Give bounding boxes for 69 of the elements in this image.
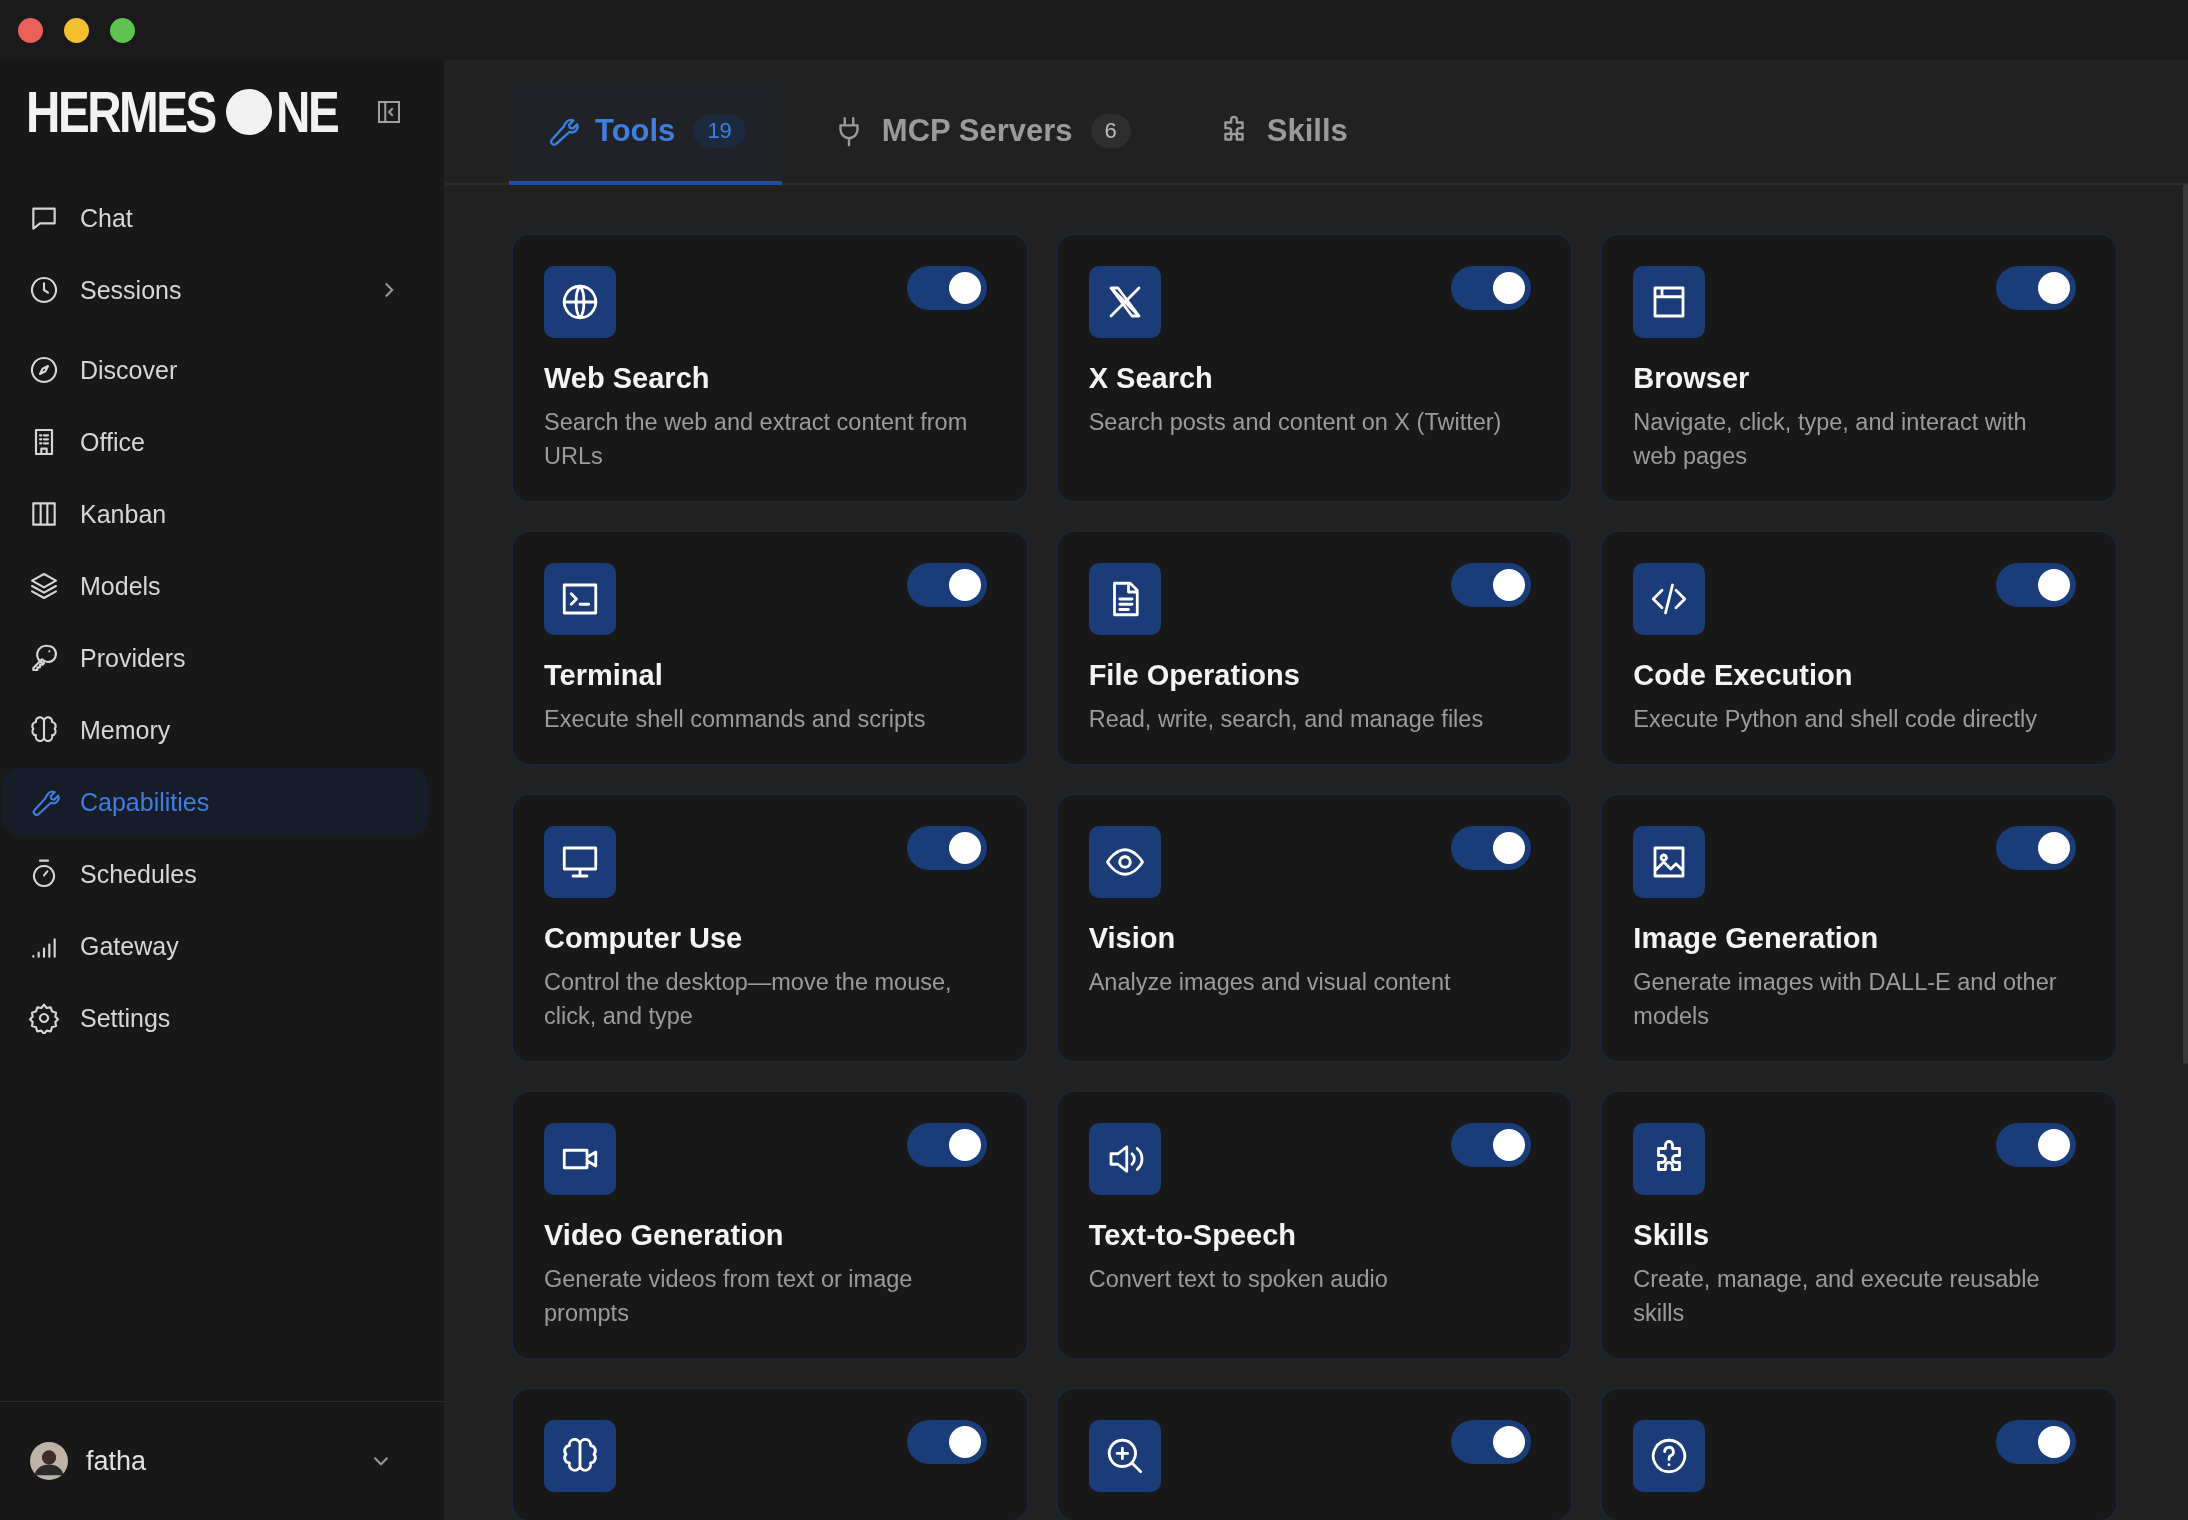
sidebar-item[interactable]: Sessions <box>2 256 428 324</box>
toggle-switch[interactable] <box>906 563 987 607</box>
tool-description: Analyze images and visual content <box>1088 968 1452 997</box>
tool-description: Control the desktop—move the mouse, click, and type <box>544 968 953 1031</box>
minimize-window-button[interactable] <box>64 17 89 43</box>
tool-description: Execute Python and shell code directly <box>1633 705 2038 734</box>
tool-title: Web Search <box>544 362 711 395</box>
sidebar-item[interactable]: Office <box>2 408 428 476</box>
tool-title: Browser <box>1633 362 1751 395</box>
sidebar-item[interactable]: Memory <box>2 696 428 764</box>
avatar-icon <box>30 1442 68 1480</box>
tab[interactable]: Tools 19 <box>509 81 782 185</box>
sidebar-item[interactable]: Capabilities <box>2 768 428 836</box>
logo-text: HERMES <box>26 82 215 142</box>
tool-title: Computer Use <box>544 922 744 955</box>
tool-description: Execute shell commands and scripts <box>544 705 927 734</box>
toggle-switch[interactable] <box>1451 826 1532 870</box>
toggle-switch[interactable] <box>906 1123 987 1167</box>
sidebar-item[interactable]: Schedules <box>2 840 428 908</box>
sidebar-item[interactable]: Chat <box>2 184 428 252</box>
tool-title: Text-to-Speech <box>1088 1219 1297 1252</box>
tool-title: Code Execution <box>1633 659 1854 692</box>
tool-description: Search posts and content on X (Twitter) <box>1088 408 1503 437</box>
toggle-switch[interactable] <box>1451 1123 1532 1167</box>
sidebar-item[interactable]: Providers <box>2 624 428 692</box>
toggle-switch[interactable] <box>906 1420 987 1464</box>
toggle-switch[interactable] <box>1451 266 1532 310</box>
toggle-switch[interactable] <box>1451 1420 1532 1464</box>
clock-icon <box>28 274 60 306</box>
tool-description: Create, manage, and execute reusable skills <box>1633 1265 2041 1328</box>
tool-title: Vision <box>1088 922 1177 955</box>
sidebar-item[interactable]: Discover <box>2 336 428 404</box>
logo-text: NE <box>276 82 338 142</box>
toggle-switch[interactable] <box>1996 1123 2076 1167</box>
logo-circle-icon <box>226 89 273 135</box>
tool-description: Convert text to spoken audio <box>1088 1265 1389 1294</box>
tool-description: Navigate, click, type, and interact with web pages <box>1633 408 2028 471</box>
toggle-switch[interactable] <box>906 266 987 310</box>
tool-title: Image Generation <box>1633 922 1880 955</box>
tool-title: Video Generation <box>544 1219 785 1252</box>
compass-icon <box>28 354 60 386</box>
zoom-window-button[interactable] <box>110 17 135 43</box>
tab[interactable]: MCP Servers 6 <box>795 81 1167 185</box>
toggle-switch[interactable] <box>906 826 987 870</box>
layers-icon <box>28 570 60 602</box>
user-menu[interactable]: fatha <box>0 1401 444 1520</box>
toggle-switch[interactable] <box>1996 826 2076 870</box>
close-window-button[interactable] <box>18 17 43 43</box>
tool-description: Generate images with DALL-E and other models <box>1633 968 2058 1031</box>
sidebar-item[interactable]: Models <box>2 552 428 620</box>
tool-title: Terminal <box>544 659 664 692</box>
scrollbar[interactable] <box>2183 184 2188 1064</box>
sidebar-item[interactable]: Kanban <box>2 480 428 548</box>
toggle-switch[interactable] <box>1996 563 2076 607</box>
toggle-switch[interactable] <box>1996 266 2076 310</box>
tool-title: File Operations <box>1088 659 1301 692</box>
tool-title: Skills <box>1633 1219 1711 1252</box>
tool-title: X Search <box>1088 362 1214 395</box>
tool-description: Read, write, search, and manage files <box>1088 705 1485 734</box>
sidebar-item[interactable]: Gateway <box>2 912 428 980</box>
gear-icon <box>28 1002 60 1034</box>
tool-description: Generate videos from text or image prompts <box>544 1265 914 1328</box>
toggle-switch[interactable] <box>1996 1420 2076 1464</box>
count-badge: 19 <box>693 114 746 148</box>
tool-description: Search the web and extract content from URLs <box>544 408 969 471</box>
sidebar-item[interactable]: Settings <box>2 984 428 1052</box>
toggle-switch[interactable] <box>1451 563 1532 607</box>
count-badge: 6 <box>1090 114 1131 148</box>
tab[interactable]: Skills <box>1180 81 1384 185</box>
